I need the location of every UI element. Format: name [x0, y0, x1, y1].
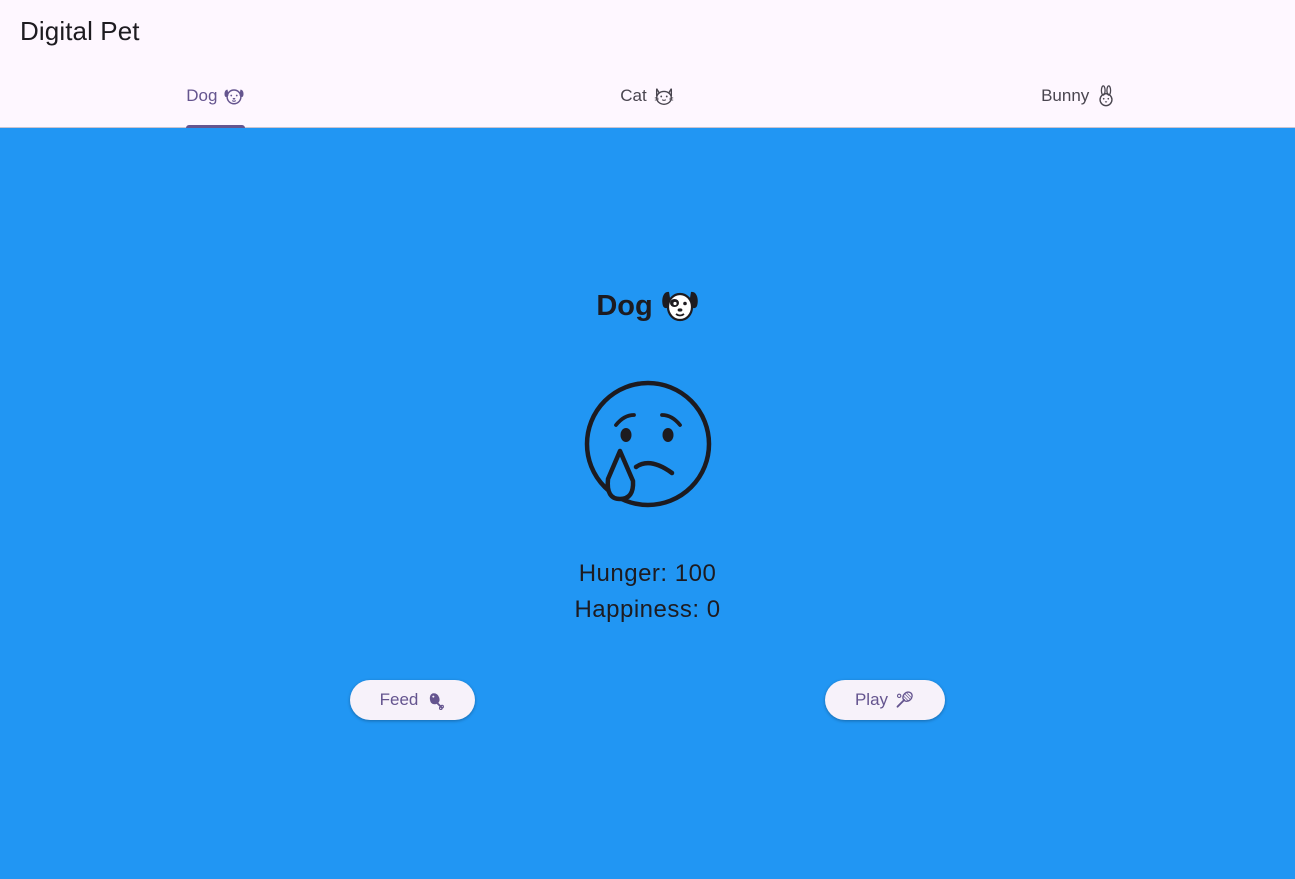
play-button[interactable]: Play: [825, 680, 945, 720]
rabbit-face-icon: [1095, 85, 1117, 107]
meat-on-bone-icon: [425, 690, 445, 710]
pet-tabs: Dog Cat Bunny: [0, 64, 1295, 128]
dog-face-icon: [661, 288, 699, 324]
tab-cat[interactable]: Cat: [432, 64, 864, 128]
cat-face-icon: [653, 85, 675, 107]
play-button-label: Play: [854, 690, 889, 709]
pet-heading: Dog: [0, 288, 1295, 324]
feed-button[interactable]: Feed: [350, 680, 475, 720]
crying-face-icon: [582, 379, 714, 511]
dog-face-icon: [223, 85, 245, 107]
tennis-racket-icon: [895, 690, 915, 710]
digital-pet-app: Digital Pet Dog Cat Bunny Dog Hunger: 10…: [0, 0, 1295, 879]
tab-bunny-label: Bunny: [1041, 86, 1090, 105]
feed-button-label: Feed: [379, 690, 419, 709]
happiness-stat: Happiness: 0: [574, 596, 721, 623]
tab-bunny[interactable]: Bunny: [863, 64, 1295, 128]
tab-dog-label: Dog: [186, 86, 218, 105]
pet-view: Dog Hunger: 100 Happiness: 0 Feed Play: [0, 128, 1295, 879]
app-title: Digital Pet: [20, 16, 140, 46]
hunger-stat: Hunger: 100: [578, 560, 717, 587]
tab-cat-label: Cat: [620, 86, 647, 105]
app-bar: Digital Pet Dog Cat Bunny: [0, 0, 1295, 128]
pet-name: Dog: [596, 289, 653, 322]
tab-dog[interactable]: Dog: [0, 64, 432, 128]
